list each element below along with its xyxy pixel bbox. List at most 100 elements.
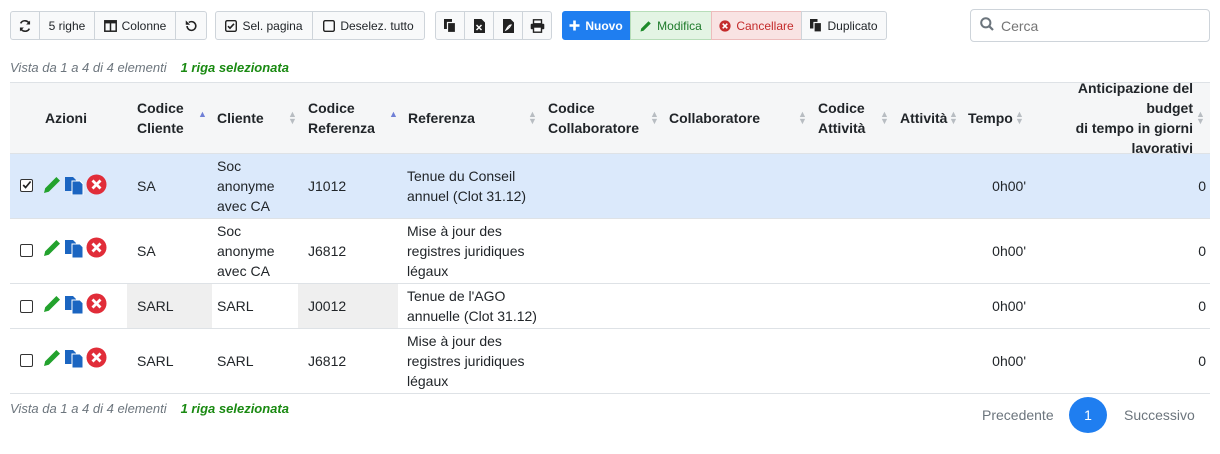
copy-icon[interactable] (64, 294, 84, 317)
header-time[interactable]: Tempo (968, 83, 1013, 153)
row-checkbox[interactable] (20, 300, 33, 313)
new-button[interactable]: Nuovo (562, 11, 630, 40)
table-header: Azioni Codice Cliente ▲ Cliente ▲ ▼ Codice… (10, 80, 1210, 156)
plus-icon (569, 20, 580, 31)
table-info-top: Vista da 1 a 4 di 4 elementi 1 riga sele… (10, 60, 289, 75)
row-actions (42, 237, 107, 261)
sort-icon: ▲ ▼ (949, 109, 958, 126)
cell-client-code: SARL (127, 284, 212, 328)
cell-time: 0h00' (992, 243, 1026, 259)
delete-circle-icon[interactable] (86, 293, 107, 317)
print-button[interactable] (522, 11, 552, 40)
columns-icon (103, 19, 117, 32)
cell-client: Soc anonyme avec CA (217, 158, 275, 214)
select-page-button[interactable]: Sel. pagina (215, 11, 313, 40)
table-row[interactable]: SARL SARL J0012 Tenue de l'AGO annuelle (… (10, 284, 1210, 329)
table-row[interactable]: SA Soc anonyme avec CA J6812 Mise à jour d… (10, 219, 1210, 284)
deselect-all-button[interactable]: Deselez. tutto (312, 11, 425, 40)
delete-circle-icon[interactable] (86, 347, 107, 371)
cell-reference-code: J6812 (308, 243, 347, 259)
duplicate-icon (810, 19, 823, 32)
cell-reference: Tenue du Conseil annuel (Clot 31.12) (407, 168, 527, 204)
sort-asc-icon: ▲ (389, 109, 398, 119)
cell-budget-advance: 0 (1198, 298, 1206, 314)
row-checkbox[interactable] (20, 354, 33, 367)
search-icon (980, 17, 994, 34)
cell-reference-code: J6812 (308, 353, 347, 369)
row-actions (42, 174, 107, 198)
checked-box-icon (225, 19, 238, 32)
reset-button[interactable] (175, 11, 207, 40)
pencil-icon[interactable] (42, 238, 62, 261)
edit-button[interactable]: Modifica (630, 11, 712, 40)
header-budget-advance[interactable]: Anticipazione del budget di tempo in gior… (1032, 80, 1193, 156)
cell-budget-advance: 0 (1198, 243, 1206, 259)
cell-reference: Mise à jour des registres juridiques légau… (407, 223, 525, 279)
header-client-code[interactable]: Codice Cliente (137, 83, 184, 153)
delete-circle-icon[interactable] (86, 174, 107, 198)
sort-icon: ▲ ▼ (798, 109, 807, 126)
table-info-bottom: Vista da 1 a 4 di 4 elementi 1 riga sele… (10, 401, 289, 416)
pagination-previous[interactable]: Precedente (982, 397, 1054, 433)
refresh-icon (18, 19, 32, 33)
export-pdf-button[interactable] (493, 11, 523, 40)
sort-icon: ▲ ▼ (288, 109, 297, 126)
showing-text: Vista da 1 a 4 di 4 elementi (10, 401, 167, 416)
sort-icon: ▲ ▼ (528, 109, 537, 126)
sort-icon: ▲ ▼ (1015, 109, 1024, 126)
delete-circle-icon (719, 19, 731, 32)
undo-icon (184, 19, 198, 33)
columns-button[interactable]: Colonne (94, 11, 176, 40)
row-checkbox[interactable] (20, 244, 33, 257)
copy-icon[interactable] (64, 175, 84, 198)
sort-asc-icon: ▲ (198, 109, 207, 119)
empty-box-icon (323, 19, 336, 32)
header-collaborator-code[interactable]: Codice Collaboratore (548, 83, 639, 153)
cell-client: SARL (217, 298, 254, 314)
cell-client: Soc anonyme avec CA (217, 223, 275, 279)
table-row[interactable]: SARL SARL J6812 Mise à jour des registres… (10, 329, 1210, 394)
header-reference[interactable]: Referenza (408, 83, 475, 153)
cell-client-code: SA (137, 243, 156, 259)
pencil-icon[interactable] (42, 348, 62, 371)
cell-time: 0h00' (992, 178, 1026, 194)
copy-icon[interactable] (64, 238, 84, 261)
pencil-icon[interactable] (42, 294, 62, 317)
search-input[interactable] (1001, 17, 1201, 34)
rows-per-page-button[interactable]: 5 righe (39, 11, 95, 40)
row-checkbox[interactable] (20, 179, 33, 192)
pencil-icon[interactable] (42, 175, 62, 198)
cell-reference: Tenue de l'AGO annuelle (Clot 31.12) (407, 288, 537, 324)
duplicate-button[interactable]: Duplicato (801, 11, 887, 40)
header-activity-code[interactable]: Codice Attività (818, 83, 865, 153)
row-actions (42, 347, 107, 371)
row-actions (42, 293, 107, 317)
pagination-page-1[interactable]: 1 (1069, 397, 1107, 433)
cell-client: SARL (217, 353, 254, 369)
sort-icon: ▲ ▼ (880, 109, 889, 126)
table-row[interactable]: SA Soc anonyme avec CA J1012 Tenue du Cons… (10, 154, 1210, 219)
pagination-next[interactable]: Successivo (1124, 397, 1195, 433)
cell-budget-advance: 0 (1198, 353, 1206, 369)
pdf-file-icon (502, 18, 514, 33)
cell-client-code: SA (137, 178, 156, 194)
search-box (970, 9, 1210, 42)
delete-button[interactable]: Cancellare (711, 11, 802, 40)
showing-text: Vista da 1 a 4 di 4 elementi (10, 60, 167, 75)
export-excel-button[interactable] (464, 11, 494, 40)
printer-icon (530, 18, 545, 33)
header-actions: Azioni (45, 110, 87, 126)
header-collaborator[interactable]: Collaboratore (669, 83, 760, 153)
header-client[interactable]: Cliente (217, 83, 264, 153)
cell-time: 0h00' (992, 298, 1026, 314)
cell-reference: Mise à jour des registres juridiques légau… (407, 333, 525, 389)
delete-circle-icon[interactable] (86, 237, 107, 261)
copy-icon[interactable] (64, 348, 84, 371)
refresh-button[interactable] (10, 11, 40, 40)
cell-reference-code: J1012 (308, 178, 347, 194)
copy-button[interactable] (435, 11, 465, 40)
cell-reference-code: J0012 (298, 284, 398, 328)
header-activity[interactable]: Attività (900, 83, 947, 153)
selected-count-text: 1 riga selezionata (180, 60, 289, 75)
header-reference-code[interactable]: Codice Referenza (308, 83, 375, 153)
